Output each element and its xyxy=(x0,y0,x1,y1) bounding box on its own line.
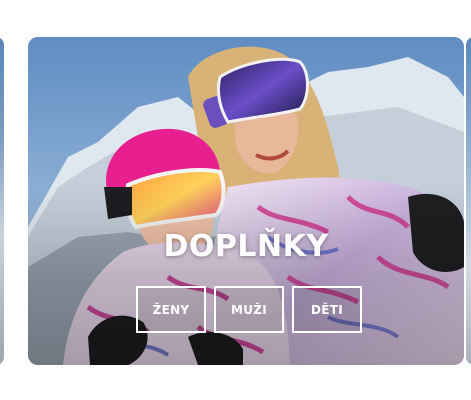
category-title: DOPLŇKY xyxy=(163,229,329,264)
carousel-card-previous[interactable] xyxy=(0,37,4,365)
category-button-row: ŽENY MUŽI DĚTI xyxy=(136,286,362,333)
kids-button[interactable]: DĚTI xyxy=(292,286,362,333)
category-card-accessories[interactable]: DOPLŇKY ŽENY MUŽI DĚTI xyxy=(28,37,464,365)
men-button[interactable]: MUŽI xyxy=(214,286,284,333)
women-button[interactable]: ŽENY xyxy=(136,286,206,333)
carousel-card-next[interactable] xyxy=(466,37,471,365)
